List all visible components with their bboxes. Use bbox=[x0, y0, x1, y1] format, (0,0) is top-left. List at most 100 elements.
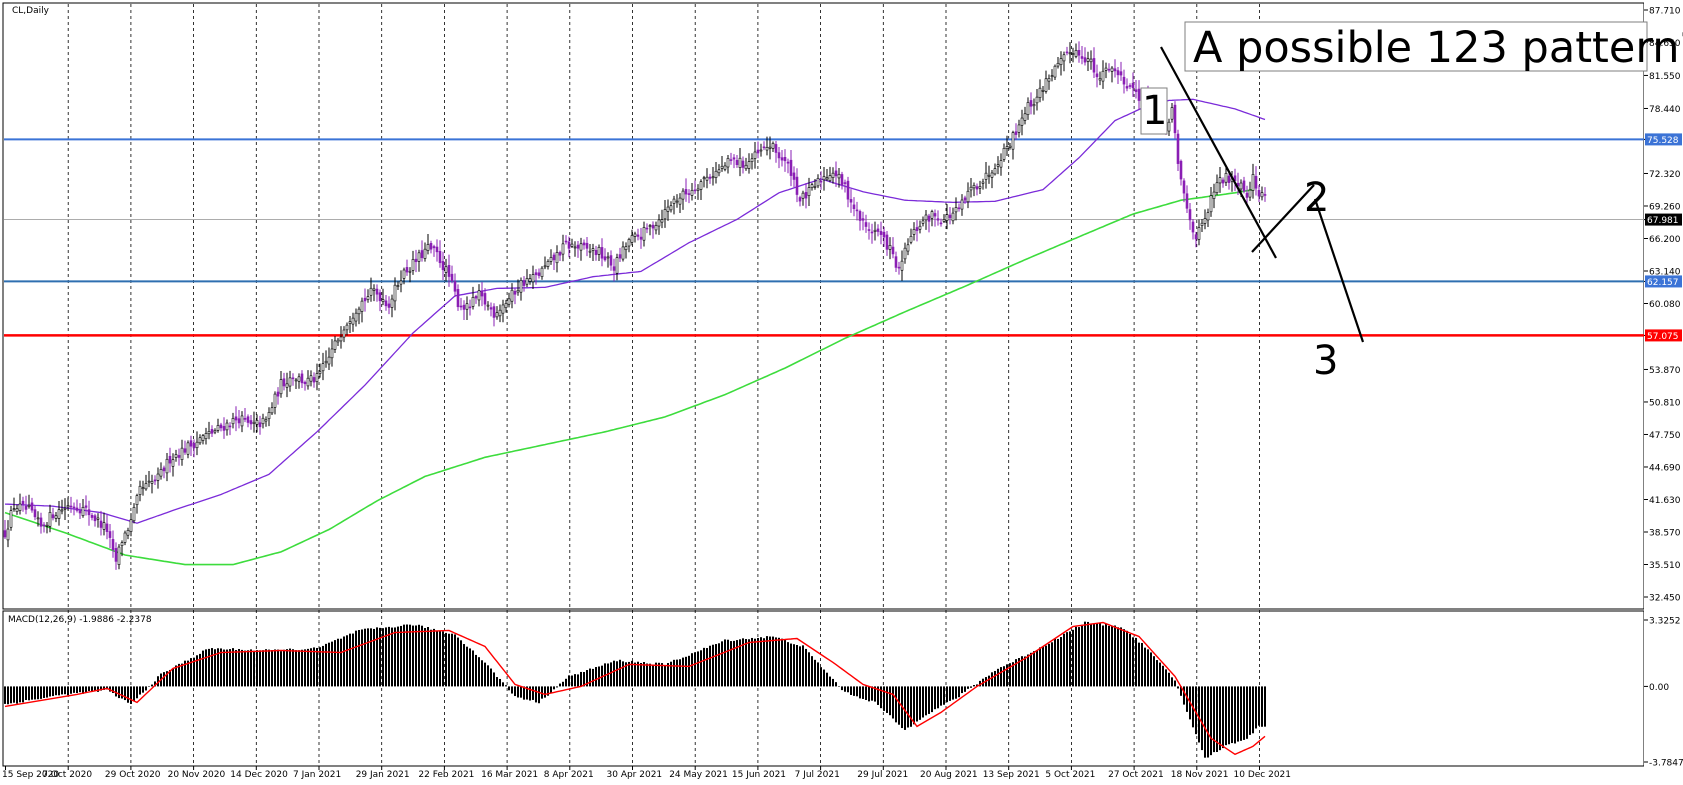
candle-body bbox=[375, 288, 379, 295]
macd-histogram-bar bbox=[1171, 677, 1173, 687]
candle-body bbox=[960, 199, 964, 210]
macd-histogram-bar bbox=[898, 686, 900, 725]
macd-histogram-bar bbox=[724, 639, 726, 687]
candle-body bbox=[828, 175, 832, 181]
macd-histogram-bar bbox=[502, 682, 504, 687]
date-tick-label: 15 Jun 2021 bbox=[732, 770, 786, 780]
macd-histogram-bar bbox=[205, 649, 207, 687]
candle-body bbox=[1005, 146, 1009, 150]
candle-body bbox=[48, 512, 52, 527]
candle-body bbox=[879, 231, 883, 235]
macd-histogram-bar bbox=[1153, 656, 1155, 687]
macd-histogram-bar bbox=[949, 686, 951, 701]
candle-body bbox=[237, 418, 241, 424]
candle-body bbox=[876, 228, 880, 232]
candle-body bbox=[210, 429, 214, 434]
macd-histogram-bar bbox=[682, 657, 684, 687]
candle-body bbox=[273, 393, 277, 408]
price-tick-label: 60.080 bbox=[1649, 300, 1681, 310]
candle-body bbox=[381, 299, 385, 302]
macd-histogram-bar bbox=[223, 649, 225, 687]
candle-body bbox=[459, 305, 463, 308]
candle-body bbox=[276, 391, 280, 397]
macd-histogram-bar bbox=[442, 631, 444, 687]
candle-body bbox=[222, 426, 226, 431]
macd-histogram-bar bbox=[403, 624, 405, 687]
candle-body bbox=[1083, 57, 1087, 63]
macd-histogram-bar bbox=[589, 668, 591, 687]
macd-histogram-bar bbox=[487, 665, 489, 687]
candle-body bbox=[639, 236, 643, 240]
date-tick-label: 5 Oct 2021 bbox=[1045, 770, 1095, 780]
macd-histogram-bar bbox=[472, 650, 474, 687]
candle-body bbox=[159, 469, 163, 477]
macd-histogram-bar bbox=[1114, 625, 1116, 687]
candle-body bbox=[420, 250, 424, 259]
macd-histogram-bar bbox=[292, 649, 294, 687]
candle-body bbox=[1179, 160, 1183, 180]
macd-histogram-bar bbox=[1045, 645, 1047, 687]
candle-body bbox=[636, 234, 640, 237]
candle-body bbox=[522, 280, 526, 286]
candle-body bbox=[795, 176, 799, 195]
candle-body bbox=[399, 280, 403, 285]
candle-body bbox=[456, 289, 460, 308]
macd-histogram-bar bbox=[1060, 637, 1062, 687]
date-tick-label: 16 Mar 2021 bbox=[481, 770, 538, 780]
candle-body bbox=[300, 373, 304, 384]
macd-histogram-bar bbox=[847, 686, 849, 693]
macd-histogram-bar bbox=[853, 686, 855, 696]
macd-histogram-bar bbox=[1123, 629, 1125, 687]
candle-body bbox=[471, 297, 475, 307]
macd-histogram-bar bbox=[367, 628, 369, 687]
candle-body bbox=[858, 211, 862, 221]
macd-histogram-bar bbox=[643, 662, 645, 687]
macd-histogram-bar bbox=[1081, 624, 1083, 687]
candle-body bbox=[537, 272, 541, 276]
macd-histogram-bar bbox=[619, 659, 621, 687]
candle-body bbox=[1059, 58, 1063, 65]
macd-histogram-bar bbox=[76, 686, 78, 694]
macd-histogram-bar bbox=[598, 666, 600, 687]
candle-body bbox=[948, 214, 952, 219]
macd-histogram-bar bbox=[325, 643, 327, 687]
macd-histogram-bar bbox=[1042, 646, 1044, 687]
macd-histogram-bar bbox=[712, 644, 714, 687]
macd-histogram-bar bbox=[673, 659, 675, 687]
macd-histogram-bar bbox=[937, 686, 939, 709]
candle-body bbox=[465, 303, 469, 310]
candle-body bbox=[1116, 70, 1120, 76]
macd-histogram-bar bbox=[1063, 633, 1065, 687]
macd-histogram-bar bbox=[1108, 625, 1110, 687]
candle-body bbox=[807, 187, 811, 196]
macd-histogram-bar bbox=[70, 686, 72, 694]
candle-body bbox=[1047, 78, 1051, 82]
candle-body bbox=[417, 252, 421, 262]
candle-body bbox=[453, 281, 457, 292]
candle-body bbox=[1095, 73, 1099, 78]
macd-histogram-bar bbox=[718, 643, 720, 687]
candle-body bbox=[978, 186, 982, 189]
candle-body bbox=[963, 197, 967, 201]
date-tick-label: 8 Apr 2021 bbox=[544, 770, 594, 780]
macd-histogram-bar bbox=[1144, 647, 1146, 687]
macd-histogram-bar bbox=[802, 645, 804, 687]
macd-histogram-bar bbox=[595, 667, 597, 687]
macd-histogram-bar bbox=[628, 661, 630, 687]
candle-body bbox=[438, 251, 442, 264]
macd-histogram-bar bbox=[298, 650, 300, 687]
candle-body bbox=[339, 336, 343, 342]
macd-histogram-bar bbox=[889, 686, 891, 716]
candle-body bbox=[711, 176, 715, 179]
macd-histogram-bar bbox=[1159, 662, 1161, 687]
macd-histogram-bar bbox=[769, 636, 771, 687]
candle-body bbox=[72, 506, 76, 509]
candle-body bbox=[342, 329, 346, 338]
candle-body bbox=[411, 259, 415, 271]
candle-body bbox=[630, 235, 634, 243]
macd-histogram-bar bbox=[304, 649, 306, 687]
macd-histogram-bar bbox=[1093, 623, 1095, 687]
macd-histogram-bar bbox=[1207, 686, 1209, 758]
candle-body bbox=[870, 231, 874, 234]
macd-histogram-bar bbox=[175, 665, 177, 687]
